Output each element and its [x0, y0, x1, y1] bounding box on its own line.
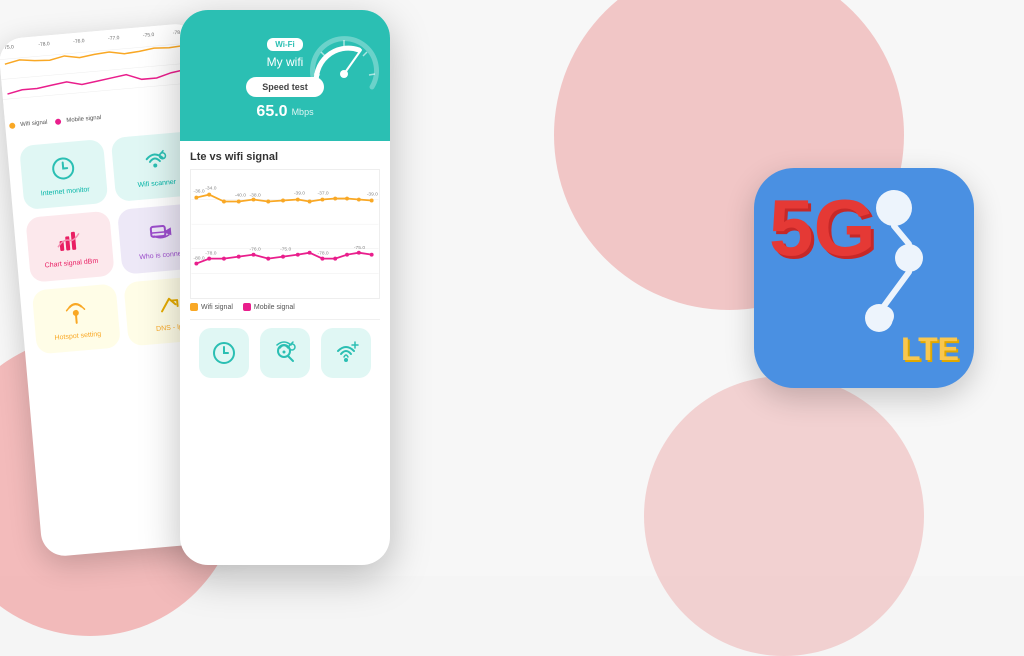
feature-card-internet-monitor[interactable]: Internet monitor: [19, 139, 108, 210]
bottom-icon-monitor[interactable]: [199, 328, 249, 378]
svg-text:-76.0: -76.0: [250, 247, 261, 253]
svg-text:-36.0: -36.0: [193, 189, 204, 195]
speedometer: [307, 32, 382, 107]
speed-unit: Mbps: [292, 107, 314, 117]
internet-monitor-icon: [46, 151, 81, 186]
svg-text:-75.0: -75.0: [354, 245, 365, 251]
phone-middle-body: Lte vs wifi signal: [180, 141, 390, 396]
lte-vs-wifi-title: Lte vs wifi signal: [190, 151, 380, 163]
logo-lte-text: LTE: [901, 331, 959, 368]
bottom-icon-wifi[interactable]: [321, 328, 371, 378]
chart-signal-label: Chart signal dBm: [44, 258, 98, 271]
svg-text:-34.0: -34.0: [205, 186, 216, 192]
svg-text:-39.0: -39.0: [367, 192, 378, 198]
my-wifi-label: My wifi: [267, 55, 304, 69]
mobile-series-label: Mobile signal: [254, 304, 295, 311]
mobile-legend-color: [243, 303, 251, 311]
app-logo-container: 5G LTE: [754, 168, 994, 408]
wifi-legend-color: [190, 303, 198, 311]
svg-text:-37.0: -37.0: [317, 191, 328, 197]
svg-text:-76.0: -76.0: [73, 38, 85, 45]
phone-top-teal: Wi-Fi My wifi Speed test 65.0 Mbps: [180, 22, 390, 141]
signal-chart-mini: -75.0 -78.0 -76.0 -77.0 -75.0 -78.0: [0, 22, 204, 119]
feature-card-chart-signal[interactable]: Chart signal dBm: [25, 211, 114, 282]
mobile-legend: Mobile signal: [243, 303, 295, 311]
svg-text:-75.0: -75.0: [2, 44, 14, 51]
wifi-legend-label: Wifi signal: [20, 120, 48, 128]
svg-text:-78.0: -78.0: [205, 251, 216, 257]
bottom-icons-row: [190, 319, 380, 386]
phone-middle: Wi-Fi My wifi Speed test 65.0 Mbps: [180, 10, 390, 565]
network-nodes-graphic: [754, 168, 934, 348]
who-connected-icon: [144, 215, 179, 250]
lte-vs-wifi-chart: -36.0 -34.0 -40.0 -38.0 -39.0 -37.0 -39.…: [190, 169, 380, 299]
hotspot-label: Hotspot setting: [54, 331, 101, 343]
svg-text:-39.0: -39.0: [294, 191, 305, 197]
hotspot-icon: [58, 295, 93, 330]
feature-card-hotspot[interactable]: Hotspot setting: [32, 283, 121, 354]
svg-text:-40.0: -40.0: [235, 193, 246, 199]
chart-signal-icon: [52, 223, 87, 258]
bg-shape-right2: [644, 376, 924, 656]
bottom-icon-search[interactable]: [260, 328, 310, 378]
internet-monitor-label: Internet monitor: [41, 186, 91, 199]
svg-text:-77.0: -77.0: [108, 35, 120, 42]
svg-text:-75.0: -75.0: [143, 32, 155, 39]
app-logo-box: 5G LTE: [754, 168, 974, 388]
svg-text:-78.0: -78.0: [38, 41, 50, 48]
svg-text:-75.0: -75.0: [280, 247, 291, 253]
wifi-scanner-label: Wifi scanner: [137, 179, 176, 191]
svg-text:-80.0: -80.0: [193, 256, 204, 262]
svg-text:-38.0: -38.0: [250, 193, 261, 199]
wifi-scanner-icon: [138, 143, 173, 178]
wifi-series-label: Wifi signal: [201, 304, 233, 311]
speed-value: 65.0: [256, 103, 287, 121]
svg-text:-78.0: -78.0: [317, 251, 328, 257]
chart-legend: Wifi signal Mobile signal: [190, 303, 380, 311]
wifi-legend: Wifi signal: [190, 303, 233, 311]
wifi-badge: Wi-Fi: [267, 38, 302, 51]
status-bar: [180, 10, 390, 22]
